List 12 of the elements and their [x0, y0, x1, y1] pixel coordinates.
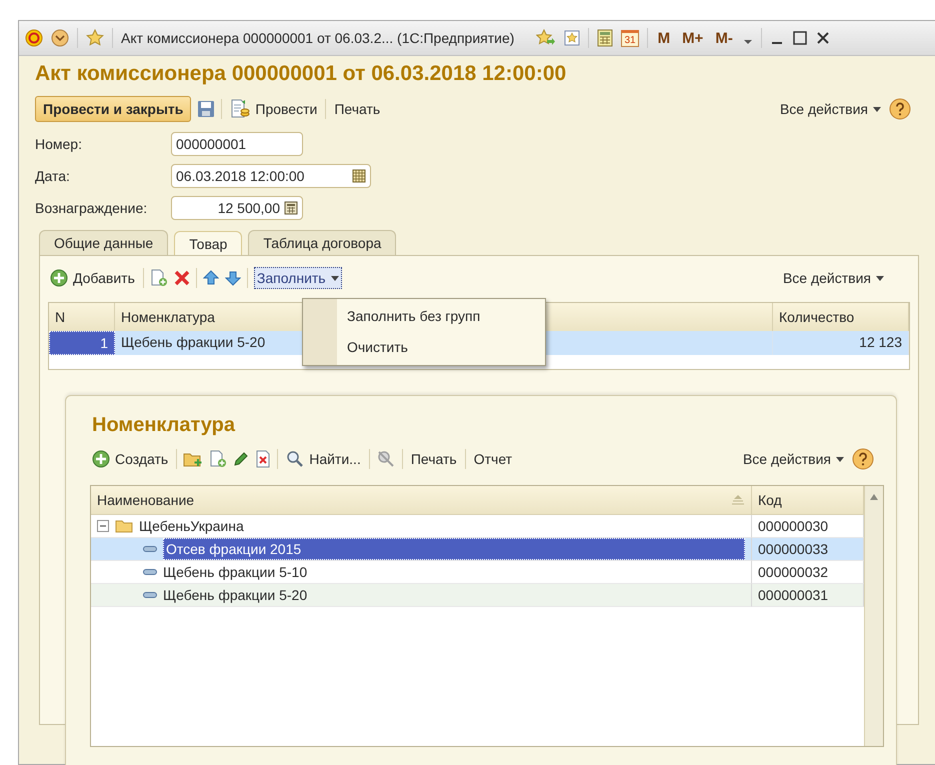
window-title: Акт комиссионера 000000001 от 06.03.2... (1С:Предприятие) — [121, 30, 514, 46]
tree-cell: Щебень фракции 5-10 — [163, 564, 308, 580]
tree-cell: Отсев фракции 2015 — [163, 538, 745, 560]
field-label: Номер: — [35, 136, 82, 152]
field-label: Вознаграждение: — [35, 200, 148, 216]
tree-cell: ЩебеньУкраина — [139, 518, 244, 534]
table-cell: 12 123 — [773, 331, 909, 355]
field-label: Дата: — [35, 168, 70, 184]
table-cell: 1 — [49, 331, 115, 355]
tree-cell: Щебень фракции 5-20 — [163, 587, 308, 603]
form-title: Акт комиссионера 000000001 от 06.03.2018 12:00:00 — [35, 61, 568, 87]
catalog-title: Номенклатура — [91, 413, 236, 438]
